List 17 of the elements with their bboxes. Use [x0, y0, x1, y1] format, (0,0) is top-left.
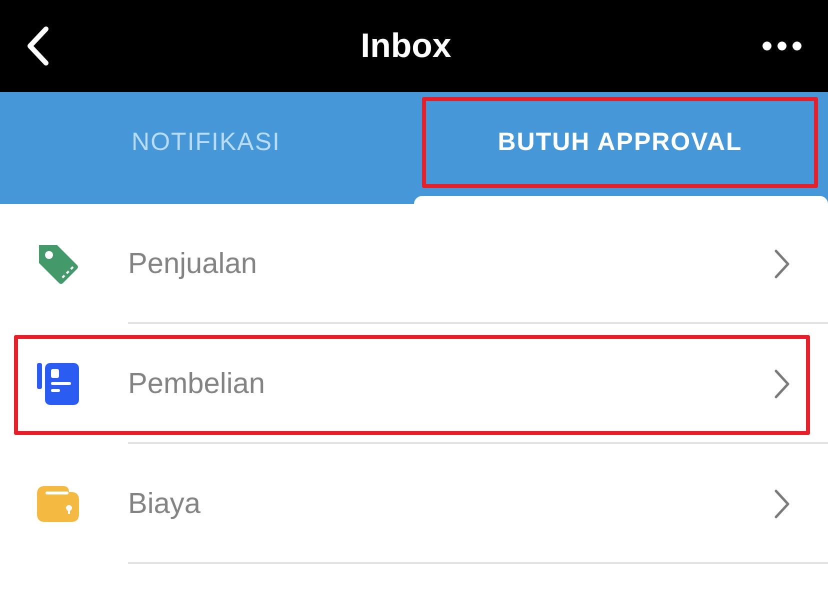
chevron-icon: [774, 249, 790, 279]
tag-icon: [37, 243, 79, 285]
menu-label: Biaya: [128, 488, 202, 520]
screen-title: Inbox: [360, 26, 452, 66]
menu-item[interactable]: Biaya: [0, 444, 828, 564]
menu-label: Pembelian: [128, 368, 266, 400]
back-icon[interactable]: [26, 26, 50, 66]
chevron-icon: [774, 489, 790, 519]
chevron-icon: [774, 369, 790, 399]
document-icon: [37, 363, 79, 405]
menu-item[interactable]: Pembelian: [0, 324, 828, 444]
more-icon[interactable]: [762, 41, 802, 51]
menu-label: Penjualan: [128, 248, 258, 280]
menu-item[interactable]: Penjualan: [0, 204, 828, 324]
tab[interactable]: NOTIFIKASI: [8, 97, 404, 188]
wallet-icon: [37, 486, 79, 522]
tab[interactable]: BUTUH APPROVAL: [422, 97, 818, 188]
